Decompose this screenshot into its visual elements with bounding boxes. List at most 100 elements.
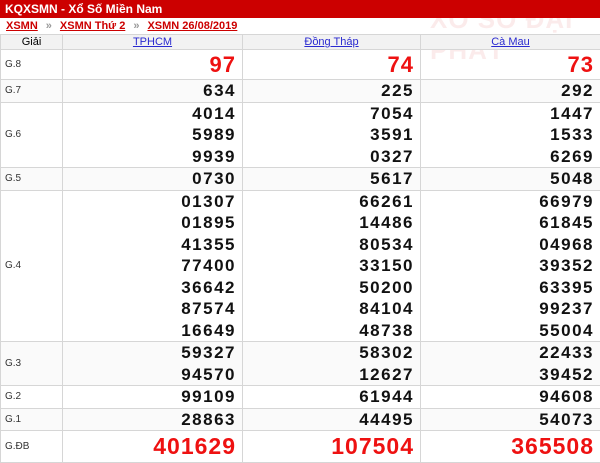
- result-number: 4014: [63, 103, 236, 125]
- result-number: 99237: [421, 298, 594, 320]
- breadcrumb-xsmn[interactable]: XSMN: [6, 20, 38, 32]
- result-number: 74: [243, 50, 414, 79]
- result-cell: 5932794570: [63, 342, 243, 386]
- result-cell: 5617: [243, 168, 421, 191]
- province-link-dong-thap[interactable]: Đồng Tháp: [304, 36, 358, 48]
- result-number: 28863: [63, 409, 236, 431]
- result-cell: 401459899939: [63, 102, 243, 168]
- result-number: 12627: [243, 364, 414, 386]
- result-number: 97: [63, 50, 236, 79]
- breadcrumb: XSMN » XSMN Thứ 2 » XSMN 26/08/2019 XỔ S…: [0, 18, 600, 34]
- province-header-ca-mau: Cà Mau: [421, 35, 600, 50]
- result-number: 66979: [421, 191, 594, 213]
- result-cell: 66261144868053433150502008410448738: [243, 190, 421, 342]
- result-cell: 97: [63, 50, 243, 80]
- result-number: 54073: [421, 409, 594, 431]
- result-number: 44495: [243, 409, 414, 431]
- province-header-tphcm: TPHCM: [63, 35, 243, 50]
- breadcrumb-separator: »: [133, 20, 139, 32]
- result-number: 3591: [243, 124, 414, 146]
- result-cell: 2243339452: [421, 342, 600, 386]
- prize-label: G.6: [1, 102, 63, 168]
- province-header-dong-thap: Đồng Tháp: [243, 35, 421, 50]
- result-number: 365508: [421, 431, 594, 462]
- breadcrumb-xsmn-date[interactable]: XSMN 26/08/2019: [147, 20, 237, 32]
- result-number: 1533: [421, 124, 594, 146]
- result-number: 63395: [421, 277, 594, 299]
- result-number: 94570: [63, 364, 236, 386]
- result-cell: 292: [421, 80, 600, 103]
- result-cell: 5830212627: [243, 342, 421, 386]
- prize-label: G.8: [1, 50, 63, 80]
- result-cell: 54073: [421, 408, 600, 431]
- result-number: 58302: [243, 342, 414, 364]
- table-row: G.ĐB401629107504365508: [1, 431, 600, 463]
- result-number: 94608: [421, 386, 594, 408]
- result-number: 292: [421, 80, 594, 102]
- result-cell: 74: [243, 50, 421, 80]
- result-cell: 66979618450496839352633959923755004: [421, 190, 600, 342]
- province-link-tphcm[interactable]: TPHCM: [133, 36, 172, 48]
- table-row: G.8977473: [1, 50, 600, 80]
- result-cell: 73: [421, 50, 600, 80]
- breadcrumb-separator: »: [46, 20, 52, 32]
- result-number: 33150: [243, 255, 414, 277]
- result-cell: 634: [63, 80, 243, 103]
- result-number: 61845: [421, 212, 594, 234]
- result-cell: 5048: [421, 168, 600, 191]
- result-cell: 0730: [63, 168, 243, 191]
- result-cell: 705435910327: [243, 102, 421, 168]
- result-number: 0730: [63, 168, 236, 190]
- table-row: G.7634225 292: [1, 80, 600, 103]
- result-number: 39352: [421, 255, 594, 277]
- prize-label: G.3: [1, 342, 63, 386]
- result-cell: 94608: [421, 386, 600, 409]
- result-number: 80534: [243, 234, 414, 256]
- result-number: 87574: [63, 298, 236, 320]
- result-number: 14486: [243, 212, 414, 234]
- prize-label: G.4: [1, 190, 63, 342]
- result-number: 66261: [243, 191, 414, 213]
- result-cell: 61944: [243, 386, 421, 409]
- result-number: 48738: [243, 320, 414, 342]
- table-row: G.6401459899939705435910327144715336269: [1, 102, 600, 168]
- result-number: 0327: [243, 146, 414, 168]
- result-number: 36642: [63, 277, 236, 299]
- result-number: 1447: [421, 103, 594, 125]
- result-number: 84104: [243, 298, 414, 320]
- result-number: 41355: [63, 234, 236, 256]
- result-cell: 44495: [243, 408, 421, 431]
- province-link-ca-mau[interactable]: Cà Mau: [491, 36, 530, 48]
- result-number: 225: [243, 80, 414, 102]
- result-number: 5617: [243, 168, 414, 190]
- result-cell: 107504: [243, 431, 421, 463]
- result-number: 73: [421, 50, 594, 79]
- table-header-row: Giải TPHCM Đồng Tháp Cà Mau: [1, 35, 600, 50]
- breadcrumb-xsmn-thu-2[interactable]: XSMN Thứ 2: [60, 20, 125, 32]
- result-cell: 144715336269: [421, 102, 600, 168]
- table-row: G.3593279457058302126272243339452: [1, 342, 600, 386]
- results-table: Giải TPHCM Đồng Tháp Cà Mau G.8977473G.7…: [0, 34, 600, 463]
- result-cell: 365508: [421, 431, 600, 463]
- result-number: 77400: [63, 255, 236, 277]
- result-number: 22433: [421, 342, 594, 364]
- prize-label: G.1: [1, 408, 63, 431]
- result-number: 9939: [63, 146, 236, 168]
- table-row: G.40130701895413557740036642875741664966…: [1, 190, 600, 342]
- prize-column-header: Giải: [1, 35, 63, 50]
- result-cell: 225: [243, 80, 421, 103]
- result-number: 5989: [63, 124, 236, 146]
- result-number: 5048: [421, 168, 594, 190]
- result-number: 55004: [421, 320, 594, 342]
- prize-label: G.ĐB: [1, 431, 63, 463]
- result-number: 6269: [421, 146, 594, 168]
- prize-label: G.7: [1, 80, 63, 103]
- results-body: G.8977473G.7634225292G.64014598999397054…: [1, 50, 600, 463]
- result-number: 39452: [421, 364, 594, 386]
- result-number: 01307: [63, 191, 236, 213]
- result-number: 107504: [243, 431, 414, 462]
- result-cell: 401629: [63, 431, 243, 463]
- result-number: 04968: [421, 234, 594, 256]
- table-row: G.5073056175048: [1, 168, 600, 191]
- result-cell: 99109: [63, 386, 243, 409]
